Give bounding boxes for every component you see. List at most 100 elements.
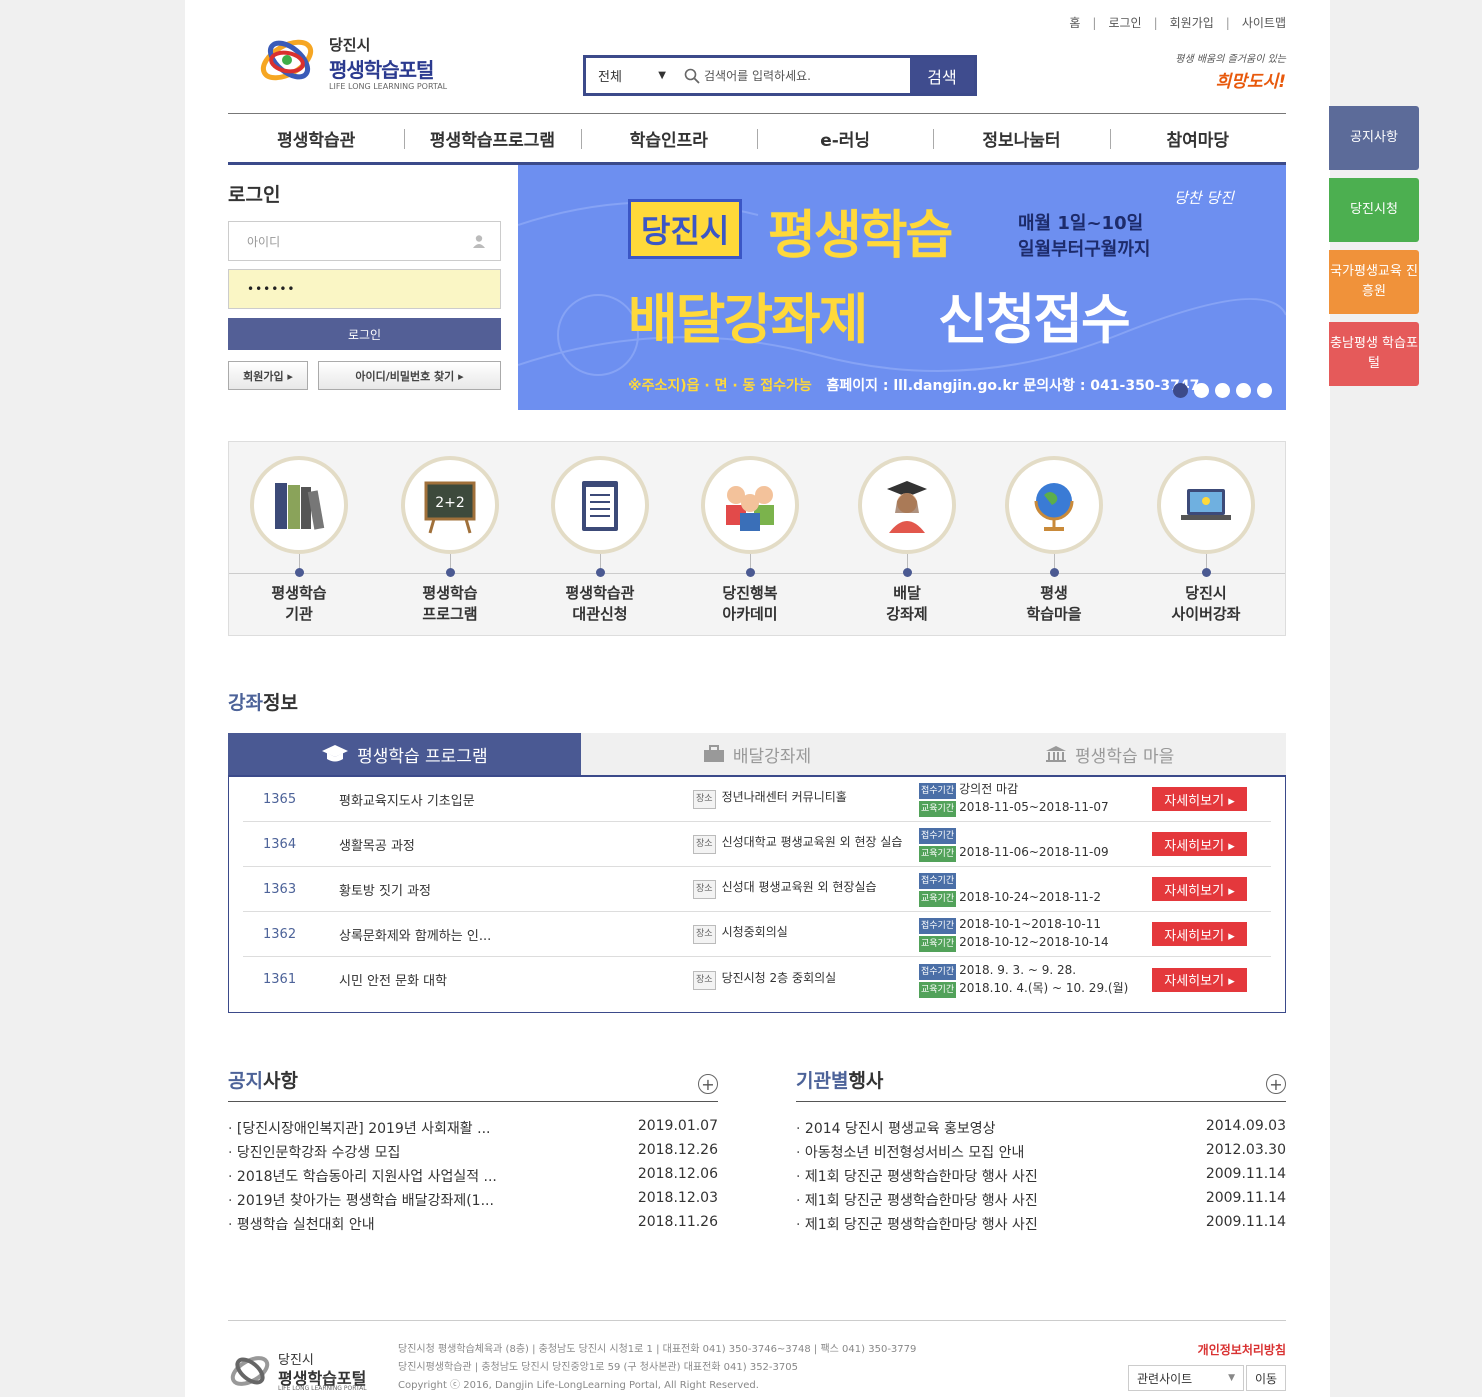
course-tabs: 평생학습 프로그램 배달강좌제 평생학습 마을 — [228, 733, 1286, 777]
login-button[interactable]: 로그인 — [228, 318, 501, 350]
notice-item[interactable]: [당진시장애인복지관] 2019년 사회재활 ...2019.01.07 — [228, 1118, 718, 1142]
login-link[interactable]: 로그인 — [1108, 14, 1141, 31]
course-no: 1364 — [263, 836, 297, 852]
quick-item-academy[interactable]: 당진행복 아카데미 — [700, 456, 800, 625]
event-item[interactable]: 제1회 당진군 평생학습한마당 행사 사진2009.11.14 — [796, 1166, 1286, 1190]
quick-label: 강좌제 — [886, 605, 928, 623]
notice-item[interactable]: 2018년도 학습동아리 지원사업 사업실적 ...2018.12.06 — [228, 1166, 718, 1190]
tab-village[interactable]: 평생학습 마을 — [933, 733, 1286, 775]
main-banner[interactable]: 당진시 평생학습 매월 1일~10일 일월부터구월까지 배달강좌제 신청접수 당… — [518, 165, 1286, 410]
event-item[interactable]: 아동청소년 비전형성서비스 모집 안내2012.03.30 — [796, 1142, 1286, 1166]
institution-icon — [1046, 746, 1067, 762]
footer-address: 당진시청 평생학습체육과 (8층) | 충청남도 당진시 시청1로 1 | 대표… — [398, 1344, 917, 1391]
course-list: 1365 평화교육지도사 기초입문 장소 정년나래센터 커뮤니티홀 접수기간 강의전… — [228, 777, 1286, 1013]
privacy-link[interactable]: 개인정보처리방침 — [1198, 1341, 1286, 1358]
notice-board: 공지사항 + [당진시장애인복지관] 2019년 사회재활 ...2019.01… — [228, 1060, 718, 1238]
join-button[interactable]: 회원가입 ▸ — [228, 361, 308, 390]
event-item[interactable]: 제1회 당진군 평생학습한마당 행사 사진2009.11.14 — [796, 1190, 1286, 1214]
page: 홈 | 로그인 | 회원가입 | 사이트맵 당진시 평생학습포털 LIFE LONG … — [185, 0, 1330, 1397]
quick-item-programs[interactable]: 2+2 평생학습 프로그램 — [400, 456, 500, 625]
banner-date2: 일월부터구월까지 — [1018, 239, 1151, 260]
nav-info[interactable]: 정보나눔터 — [933, 114, 1109, 162]
site-logo[interactable]: 당진시 평생학습포털 LIFE LONG LEARNING PORTAL — [257, 30, 457, 100]
logo-line3: LIFE LONG LEARNING PORTAL — [329, 82, 448, 91]
id-placeholder: 아이디 — [247, 234, 281, 249]
quick-label: 기관 — [285, 605, 313, 623]
dropdown-arrow-icon: ▼ — [1228, 1373, 1235, 1383]
user-icon — [473, 235, 485, 248]
search-input[interactable]: 검색어를 입력하세요. — [678, 58, 910, 93]
banner-dot[interactable] — [1236, 383, 1251, 398]
tab-delivery[interactable]: 배달강좌제 — [581, 733, 934, 775]
quick-item-delivery[interactable]: 배달 강좌제 — [857, 456, 957, 625]
tab-program-label: 평생학습 프로그램 — [357, 746, 488, 767]
books-icon — [275, 483, 325, 530]
detail-button[interactable]: 자세히보기 ▸ — [1152, 832, 1247, 856]
side-link-notice[interactable]: 공지사항 — [1329, 106, 1419, 170]
banner-info: ※주소지)읍 · 면 · 동 접수가능 홈페이지 : lll.dangjin.g… — [628, 375, 1199, 395]
search-scope-select[interactable]: 전체 ▼ — [586, 58, 678, 93]
notice-item[interactable]: 평생학습 실천대회 안내2018.11.26 — [228, 1214, 718, 1238]
slogan: 평생 배움의 즐거움이 있는 희망도시! — [1166, 50, 1286, 92]
banner-dot[interactable] — [1194, 383, 1209, 398]
notice-item[interactable]: 2019년 찾아가는 평생학습 배달강좌제(1...2018.12.03 — [228, 1190, 718, 1214]
event-item[interactable]: 2014 당진시 평생교육 홍보영상2014.09.03 — [796, 1118, 1286, 1142]
id-input[interactable]: 아이디 — [228, 221, 501, 261]
course-dates: 접수기간 강의전 마감 교육기간 2018-11-05~2018-11-07 — [919, 781, 1139, 817]
search-bar: 전체 ▼ 검색어를 입력하세요. 검색 — [583, 55, 977, 96]
notice-more-icon[interactable]: + — [698, 1074, 718, 1094]
quick-item-rental[interactable]: 평생학습관 대관신청 — [550, 456, 650, 625]
slogan-line2: 희망도시! — [1215, 72, 1286, 92]
password-value: •••••• — [247, 282, 296, 296]
side-link-chungnam[interactable]: 충남평생 학습포털 — [1329, 322, 1419, 386]
detail-button[interactable]: 자세히보기 ▸ — [1152, 787, 1247, 811]
nav-participation[interactable]: 참여마당 — [1109, 114, 1286, 162]
svg-text:2+2: 2+2 — [435, 495, 465, 511]
course-title[interactable]: 상록문화제와 함께하는 인... — [339, 925, 693, 944]
banner-city: 당진시 — [628, 199, 743, 259]
detail-button[interactable]: 자세히보기 ▸ — [1152, 967, 1247, 992]
banner-pager — [1173, 383, 1272, 398]
join-link[interactable]: 회원가입 — [1170, 14, 1214, 31]
nav-elearning[interactable]: e-러닝 — [756, 114, 933, 162]
quick-item-institutions[interactable]: 평생학습 기관 — [249, 456, 349, 625]
logo-line1: 당진시 — [329, 36, 371, 54]
home-link[interactable]: 홈 — [1069, 14, 1080, 31]
login-box: 로그인 아이디 •••••• 로그인 회원가입 ▸ 아이디/비밀번호 찾기 ▸ — [228, 180, 501, 390]
course-title[interactable]: 시민 안전 문화 대학 — [339, 970, 693, 989]
course-title[interactable]: 생활목공 과정 — [339, 835, 693, 854]
detail-button[interactable]: 자세히보기 ▸ — [1152, 877, 1247, 901]
banner-info-b: 홈페이지 : lll.dangjin.go.kr 문의사항 : 041-350-… — [826, 378, 1200, 394]
password-input[interactable]: •••••• — [228, 269, 501, 309]
banner-dot[interactable] — [1215, 383, 1230, 398]
course-place: 장소 정년나래센터 커뮤니티홀 — [693, 789, 919, 809]
event-item[interactable]: 제1회 당진군 평생학습한마당 행사 사진2009.11.14 — [796, 1214, 1286, 1238]
search-button[interactable]: 검색 — [910, 58, 974, 93]
banner-dot[interactable] — [1257, 383, 1272, 398]
nav-infra[interactable]: 학습인프라 — [580, 114, 757, 162]
notice-item[interactable]: 당진인문학강좌 수강생 모집2018.12.26 — [228, 1142, 718, 1166]
detail-button[interactable]: 자세히보기 ▸ — [1152, 922, 1247, 946]
quick-label: 당진시 — [1185, 584, 1227, 602]
side-link-city-hall[interactable]: 당진시청 — [1329, 178, 1419, 242]
find-account-button[interactable]: 아이디/비밀번호 찾기 ▸ — [318, 361, 501, 390]
go-button[interactable]: 이동 — [1246, 1365, 1286, 1391]
course-title[interactable]: 황토방 짓기 과정 — [339, 880, 693, 899]
events-more-icon[interactable]: + — [1266, 1074, 1286, 1094]
side-link-nile[interactable]: 국가평생교육 진흥원 — [1329, 250, 1419, 314]
people-icon — [726, 486, 774, 531]
quick-item-cyber[interactable]: 당진시 사이버강좌 — [1156, 456, 1256, 625]
course-title[interactable]: 평화교육지도사 기초입문 — [339, 790, 693, 809]
banner-dot[interactable] — [1173, 383, 1188, 398]
banner-date1: 매월 1일~10일 — [1018, 213, 1144, 234]
globe-icon — [1034, 483, 1074, 531]
banner-info-a: ※주소지)읍 · 면 · 동 접수가능 — [628, 378, 812, 394]
sitemap-link[interactable]: 사이트맵 — [1242, 14, 1286, 31]
related-sites-select[interactable]: 관련사이트 ▼ — [1128, 1365, 1244, 1391]
nav-learning-center[interactable]: 평생학습관 — [228, 114, 404, 162]
tab-program[interactable]: 평생학습 프로그램 — [228, 733, 581, 775]
course-row: 1361 시민 안전 문화 대학 장소 당진시청 2층 중회의실 접수기간 2018… — [243, 957, 1271, 1002]
quick-item-village[interactable]: 평생 학습마을 — [1004, 456, 1104, 625]
nav-learning-program[interactable]: 평생학습프로그램 — [404, 114, 580, 162]
banner-title: 평생학습 — [768, 206, 953, 266]
